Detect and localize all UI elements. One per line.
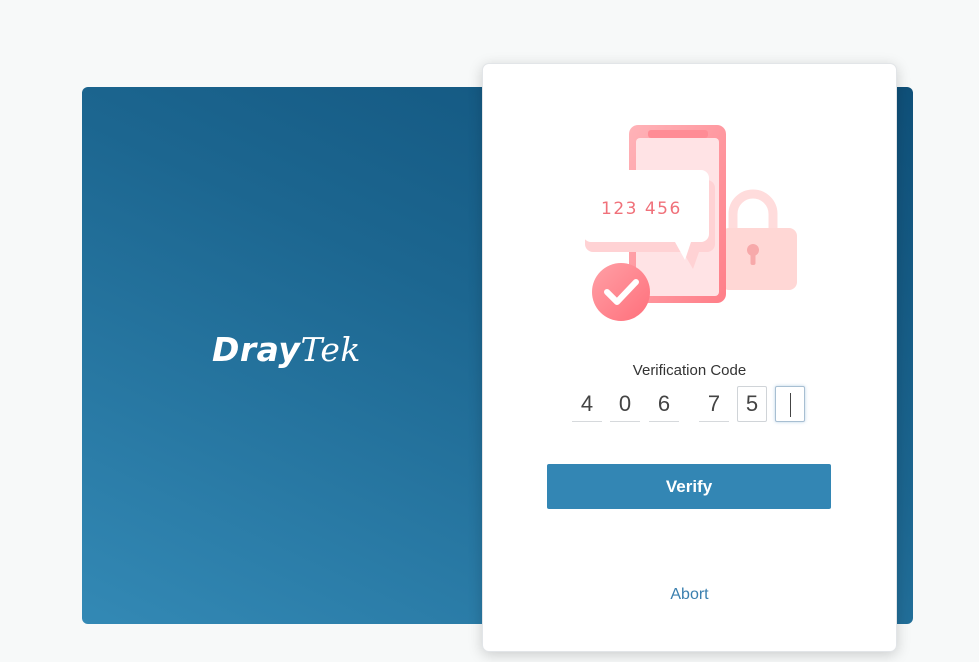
phone-verification-illustration: 123 456	[583, 125, 797, 321]
text-caret	[790, 393, 791, 417]
padlock-icon	[721, 189, 797, 290]
logo-text-dray: Dray	[212, 330, 301, 369]
code-digit-6[interactable]	[775, 386, 805, 422]
code-digit-1[interactable]	[572, 386, 602, 422]
bubble-code-text: 123 456	[601, 199, 682, 219]
abort-link[interactable]: Abort	[483, 586, 896, 604]
checkmark-icon	[592, 263, 650, 321]
code-digit-5[interactable]	[737, 386, 767, 422]
code-digit-3[interactable]	[649, 386, 679, 422]
draytek-logo: DrayTek	[212, 330, 361, 369]
verify-button[interactable]: Verify	[547, 464, 831, 509]
login-page: DrayTek 123 456 Verification Code 4 0 6 …	[0, 0, 979, 662]
code-digit-4[interactable]	[699, 386, 729, 422]
code-digit-2[interactable]	[610, 386, 640, 422]
verification-card: 123 456 Verification Code Verify Abort	[482, 63, 897, 652]
logo-text-tek: Tek	[300, 330, 361, 369]
verification-code-label: Verification Code	[632, 362, 747, 379]
